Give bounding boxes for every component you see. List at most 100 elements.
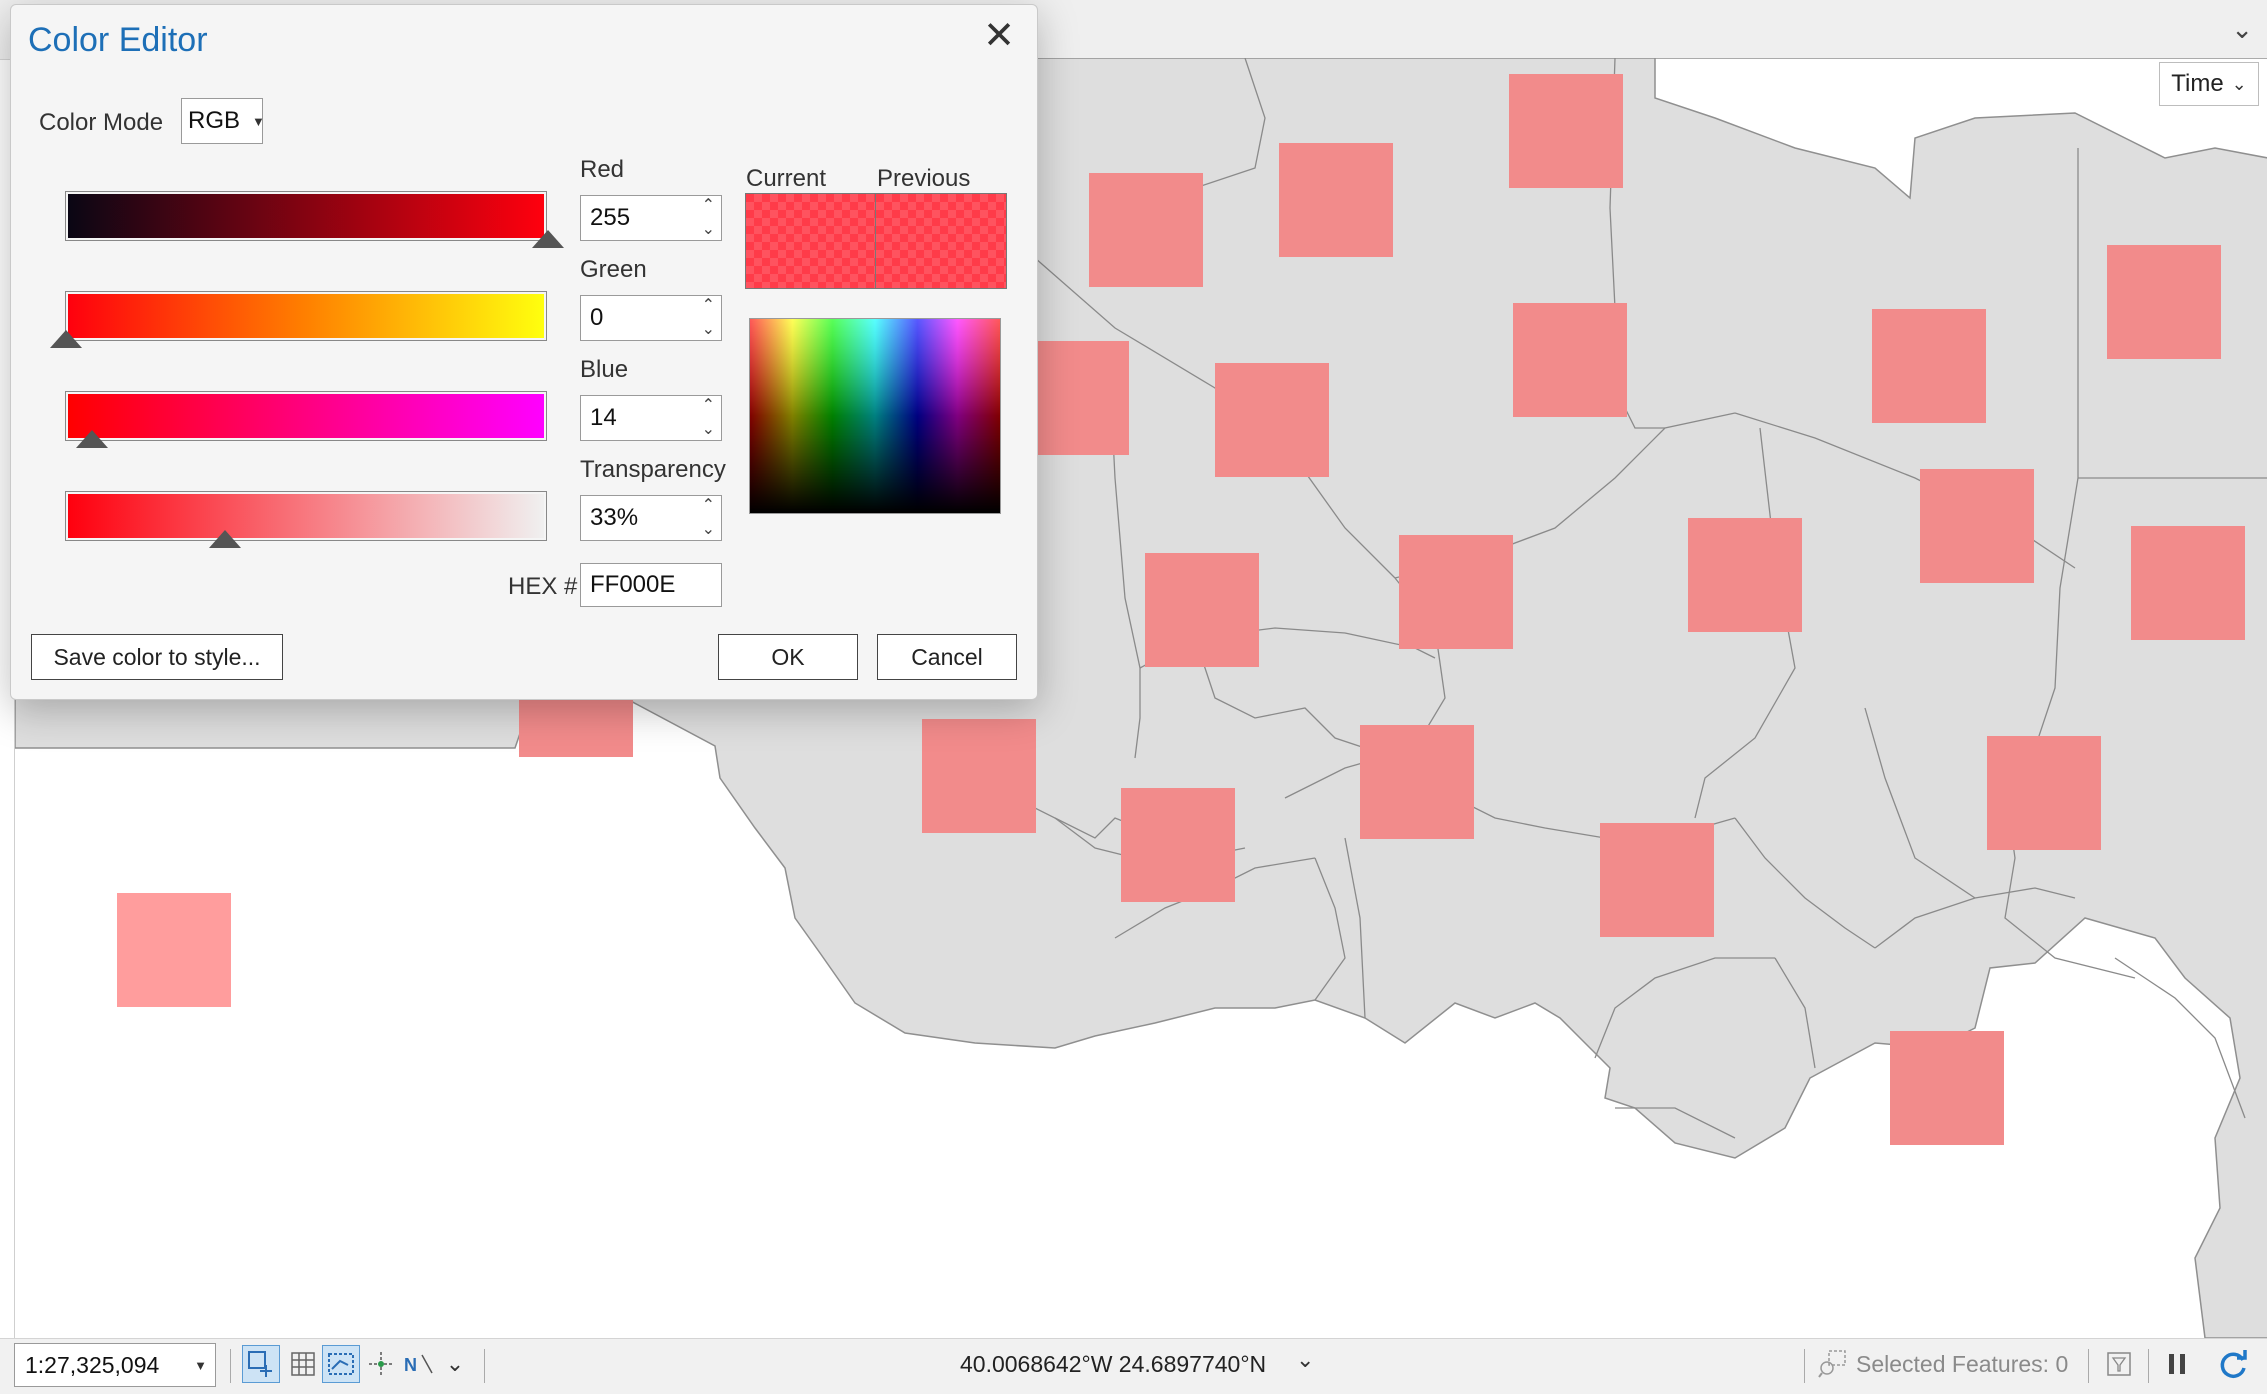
filter-icon[interactable]	[2100, 1345, 2138, 1383]
color-editor-dialog: Color Editor ✕ Color Mode RGB ▼ Red 255 …	[10, 4, 1038, 700]
green-label: Green	[580, 256, 647, 283]
north-arrow-icon[interactable]: N	[400, 1345, 438, 1383]
green-gradient	[68, 294, 544, 338]
chevron-down-icon[interactable]: ⌄	[702, 422, 715, 438]
chevron-down-icon[interactable]: ⌄	[440, 1345, 470, 1383]
red-value: 255	[590, 204, 631, 231]
hex-label: HEX #	[508, 573, 578, 600]
point-symbol	[1688, 518, 1802, 632]
transparency-slider[interactable]	[65, 491, 547, 548]
green-slider-thumb[interactable]	[50, 330, 82, 348]
point-symbol	[2131, 526, 2245, 640]
transparency-value: 33%	[590, 504, 639, 531]
transparency-label: Transparency	[580, 456, 726, 483]
blue-label: Blue	[580, 356, 629, 383]
constraints-icon[interactable]	[322, 1345, 360, 1383]
current-label: Current	[746, 165, 827, 192]
point-symbol	[1513, 303, 1627, 417]
chevron-up-icon[interactable]: ⌃	[702, 298, 715, 314]
point-symbol	[1089, 173, 1203, 287]
svg-text:N: N	[404, 1355, 417, 1375]
point-symbol	[1872, 309, 1986, 423]
pause-icon[interactable]	[2158, 1345, 2196, 1383]
cancel-button[interactable]: Cancel	[877, 634, 1017, 680]
green-value: 0	[590, 304, 604, 331]
ok-button[interactable]: OK	[718, 634, 858, 680]
dropdown-caret-icon: ▼	[252, 113, 265, 129]
time-label: Time	[2171, 70, 2224, 97]
previous-color-swatch[interactable]	[875, 193, 1007, 289]
chevron-down-icon[interactable]: ⌄	[1296, 1347, 1314, 1373]
status-bar: 1:27,325,094 ▼ N ⌄ 40.0068642°W 24.68977…	[0, 1338, 2267, 1394]
point-symbol	[1600, 823, 1714, 937]
point-symbol	[1509, 74, 1623, 188]
blue-slider[interactable]	[65, 391, 547, 448]
color-mode-value: RGB	[188, 107, 241, 134]
chevron-up-icon[interactable]: ⌃	[702, 198, 715, 214]
chevron-up-icon[interactable]: ⌃	[702, 498, 715, 514]
selected-features-count: Selected Features: 0	[1856, 1351, 2069, 1377]
color-mode-label: Color Mode	[39, 109, 164, 136]
snapping-icon[interactable]	[242, 1345, 280, 1383]
point-symbol	[922, 719, 1036, 833]
hex-value: FF000E	[590, 571, 676, 598]
coordinates-readout: 40.0068642°W 24.6897740°N	[960, 1351, 1267, 1377]
point-symbol	[1987, 736, 2101, 850]
red-stepper[interactable]: ⌃ ⌄	[702, 198, 715, 238]
separator	[2088, 1349, 2089, 1383]
point-symbol	[1279, 143, 1393, 257]
separator	[1804, 1349, 1805, 1383]
blue-input[interactable]: 14 ⌃ ⌄	[580, 395, 722, 441]
chevron-down-icon[interactable]: ⌄	[702, 222, 715, 238]
refresh-icon[interactable]	[2214, 1345, 2252, 1383]
chevron-down-icon[interactable]: ⌄	[2231, 14, 2253, 45]
point-symbol	[1920, 469, 2034, 583]
point-symbol	[1360, 725, 1474, 839]
point-symbol	[1890, 1031, 2004, 1145]
red-gradient	[68, 194, 544, 238]
save-color-button[interactable]: Save color to style...	[31, 634, 283, 680]
point-symbol	[1145, 553, 1259, 667]
blue-stepper[interactable]: ⌃ ⌄	[702, 398, 715, 438]
point-symbol	[117, 893, 231, 1007]
color-spectrum[interactable]	[749, 318, 1001, 514]
grid-icon[interactable]	[284, 1345, 322, 1383]
green-stepper[interactable]: ⌃ ⌄	[702, 298, 715, 338]
correction-icon[interactable]	[362, 1345, 400, 1383]
dialog-title: Color Editor	[28, 21, 208, 59]
close-icon[interactable]: ✕	[983, 17, 1015, 55]
chevron-down-icon[interactable]: ⌄	[702, 322, 715, 338]
blue-value: 14	[590, 404, 617, 431]
transparency-input[interactable]: 33% ⌃ ⌄	[580, 495, 722, 541]
hex-input[interactable]: FF000E	[580, 563, 722, 607]
transparency-slider-thumb[interactable]	[209, 530, 241, 548]
blue-gradient	[68, 394, 544, 438]
current-color-swatch	[745, 193, 877, 289]
point-symbol	[1399, 535, 1513, 649]
red-slider-thumb[interactable]	[532, 230, 564, 248]
chevron-up-icon[interactable]: ⌃	[702, 398, 715, 414]
dropdown-caret-icon: ▼	[194, 1357, 207, 1373]
chevron-down-icon[interactable]: ⌄	[702, 522, 715, 538]
separator	[2148, 1349, 2149, 1383]
green-input[interactable]: 0 ⌃ ⌄	[580, 295, 722, 341]
separator	[484, 1349, 485, 1383]
transparency-stepper[interactable]: ⌃ ⌄	[702, 498, 715, 538]
red-label: Red	[580, 156, 625, 183]
red-input[interactable]: 255 ⌃ ⌄	[580, 195, 722, 241]
color-mode-select[interactable]: RGB ▼	[181, 98, 265, 144]
green-slider[interactable]	[50, 291, 547, 348]
scale-select[interactable]: 1:27,325,094 ▼	[14, 1343, 216, 1387]
select-features-icon[interactable]	[1814, 1345, 1852, 1383]
point-symbol	[1121, 788, 1235, 902]
point-symbol	[1215, 363, 1329, 477]
point-symbol	[2107, 245, 2221, 359]
blue-slider-thumb[interactable]	[76, 430, 108, 448]
separator	[230, 1349, 231, 1383]
previous-label: Previous	[877, 165, 971, 192]
red-slider[interactable]	[65, 191, 564, 248]
chevron-down-icon: ⌄	[2231, 73, 2247, 94]
time-slider-toggle[interactable]: Time ⌄	[2159, 62, 2259, 106]
scale-value: 1:27,325,094	[25, 1351, 160, 1378]
transparency-gradient	[68, 494, 544, 538]
